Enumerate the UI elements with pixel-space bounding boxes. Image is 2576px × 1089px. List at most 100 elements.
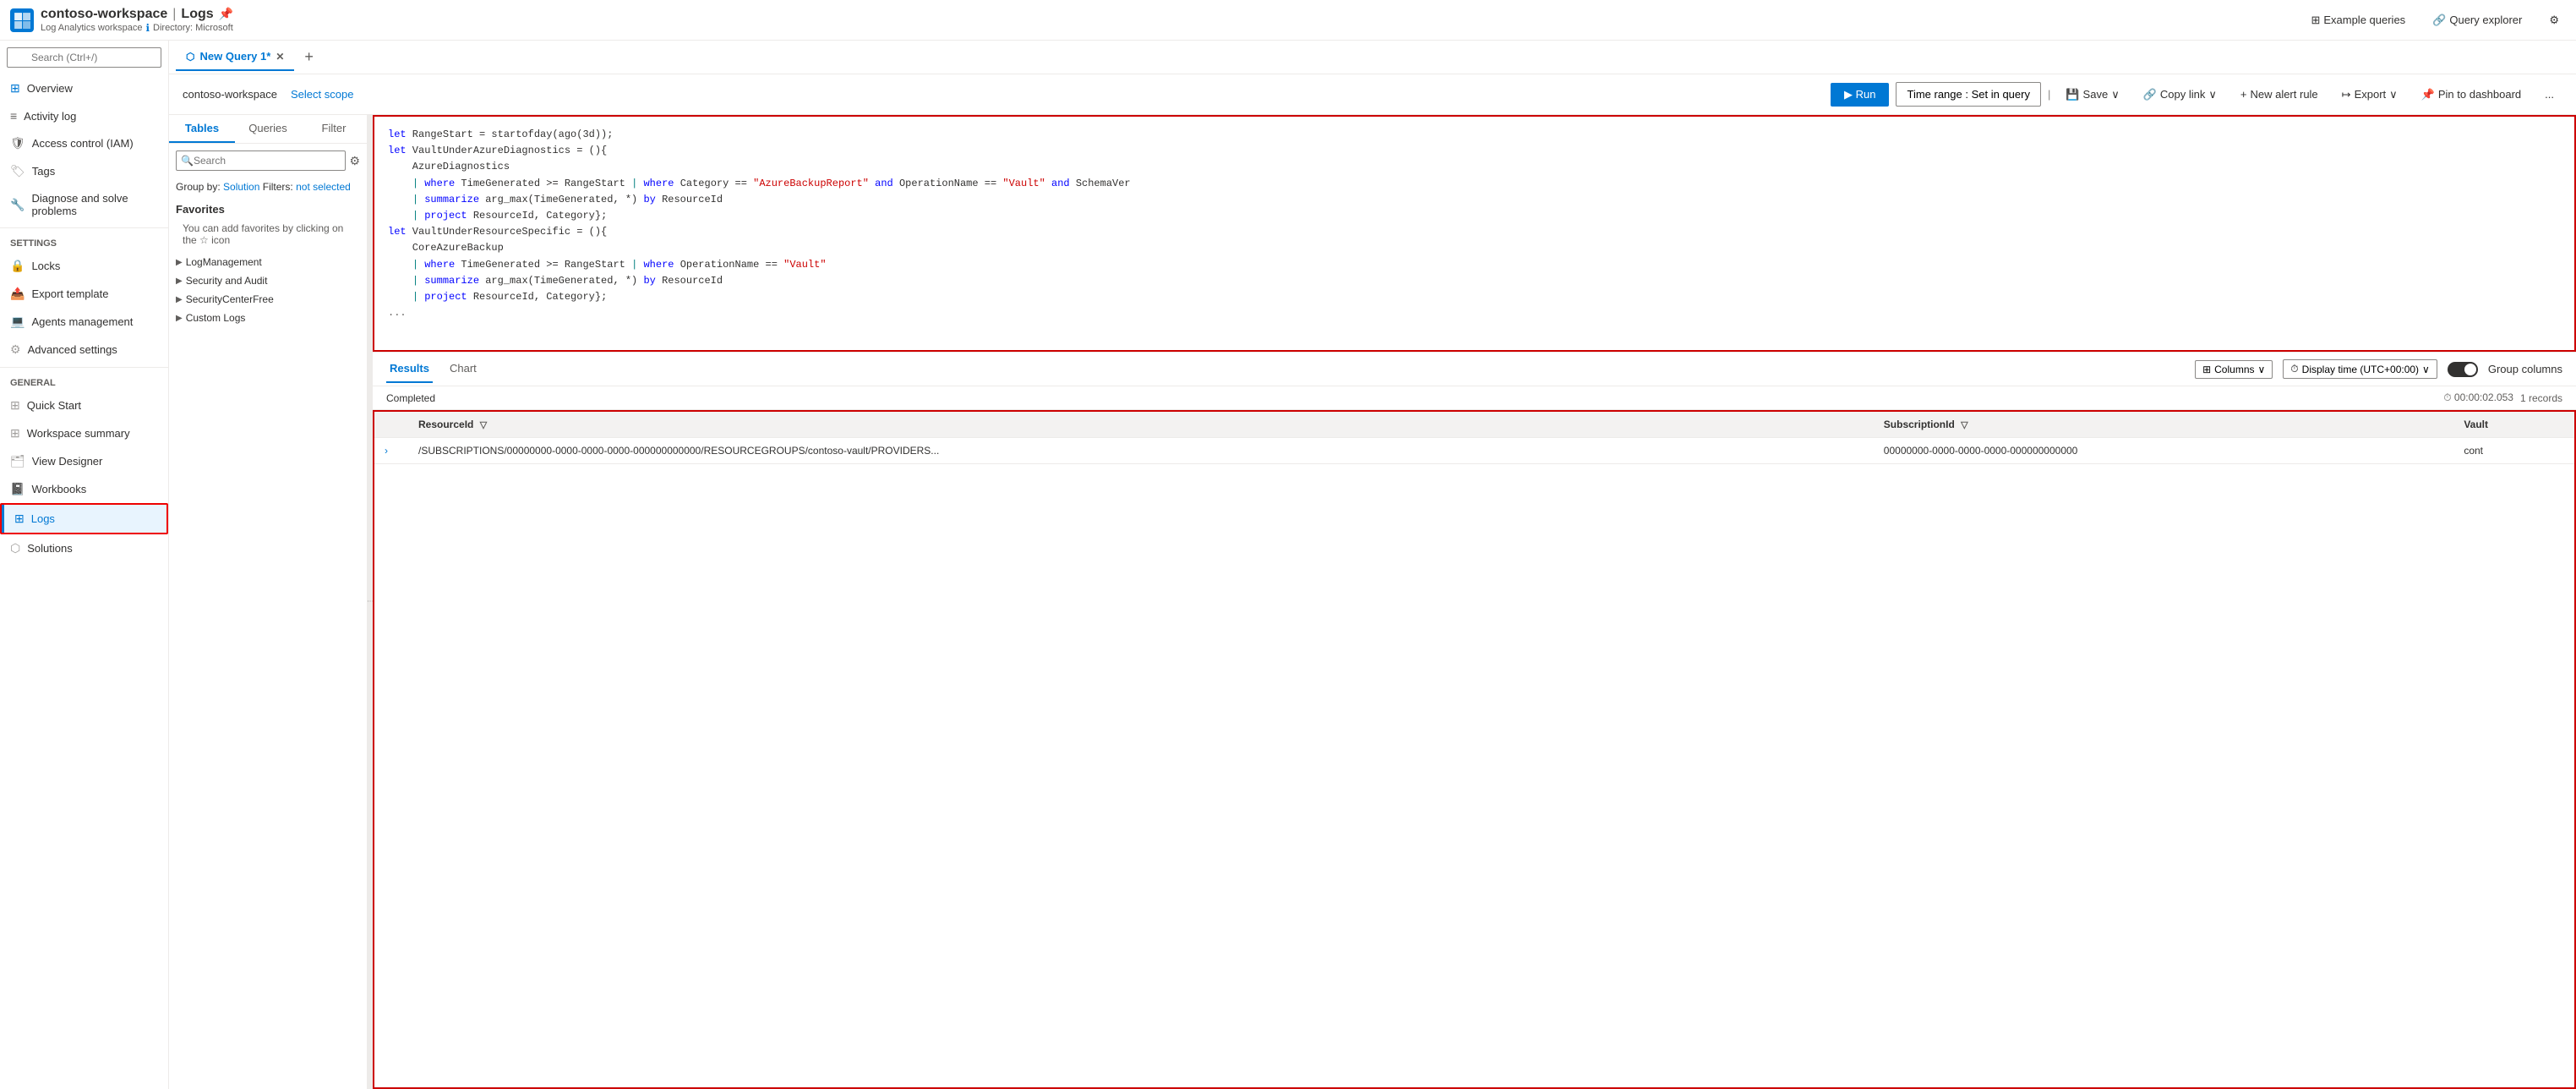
favorites-hint: You can add favorites by clicking on the… (176, 219, 360, 249)
sidebar-item-locks[interactable]: 🔒 Locks (0, 252, 168, 280)
run-button[interactable]: ▶ Run (1831, 83, 1889, 107)
query-editor[interactable]: let RangeStart = startofday(ago(3d)); le… (373, 115, 2576, 352)
general-section-label: General (0, 371, 168, 391)
lp-search-input[interactable] (176, 150, 346, 171)
sidebar-item-access-control[interactable]: 🛡 Access control (IAM) (0, 129, 168, 157)
time-range-button[interactable]: Time range : Set in query (1896, 82, 2040, 107)
query-continuation: ... (388, 305, 2561, 321)
tab-icon: ⬡ (186, 51, 194, 63)
columns-chevron: ∨ (2258, 364, 2266, 375)
sidebar-item-solutions[interactable]: ⬡ Solutions (0, 534, 168, 562)
sidebar-item-view-designer[interactable]: 🗂 View Designer (0, 447, 168, 475)
lp-tab-tables[interactable]: Tables (169, 115, 235, 143)
filters-value-link[interactable]: not selected (296, 181, 351, 193)
th-resource-id-label: ResourceId (418, 419, 473, 430)
view-designer-icon: 🗂 (10, 454, 25, 468)
workspace-name: contoso-workspace (183, 88, 277, 101)
sidebar-search-input[interactable] (7, 47, 161, 68)
th-subscription-id-filter[interactable]: ▽ (1961, 420, 1967, 430)
quick-start-icon: ⊞ (10, 398, 20, 413)
query-explorer-icon: 🔗 (2432, 14, 2446, 27)
add-tab-button[interactable]: + (297, 45, 320, 69)
group-columns-label: Group columns (2488, 363, 2562, 375)
columns-icon: ⊞ (2202, 364, 2211, 375)
logs-item-wrapper: ⊞ Logs (0, 503, 168, 534)
copy-link-button[interactable]: 🔗 Copy link ∨ (2135, 83, 2225, 107)
tree-item-custom-logs[interactable]: ▶ Custom Logs (169, 309, 367, 327)
settings-button[interactable]: ⚙ (2542, 10, 2566, 30)
results-tab-chart[interactable]: Chart (446, 355, 480, 383)
th-resource-id-filter[interactable]: ▽ (480, 420, 487, 430)
save-label: Save (2083, 88, 2109, 101)
new-alert-rule-button[interactable]: + New alert rule (2232, 83, 2327, 106)
tree-label-custom-logs: Custom Logs (186, 312, 246, 324)
tags-label: Tags (32, 165, 55, 178)
sidebar-item-tags[interactable]: 🏷 Tags (0, 157, 168, 185)
more-button[interactable]: ... (2536, 83, 2562, 106)
export-chevron: ∨ (2389, 88, 2398, 101)
locks-icon: 🔒 (10, 259, 25, 273)
lp-filter-button[interactable]: ⚙ (349, 154, 360, 168)
sidebar-item-advanced-settings[interactable]: ⚙ Advanced settings (0, 336, 168, 364)
export-button[interactable]: ↦ Export ∨ (2333, 83, 2406, 107)
agents-management-label: Agents management (31, 315, 133, 328)
results-area: Results Chart ⊞ Columns ∨ ⏱ Display time… (373, 352, 2576, 1089)
sidebar-search-wrap (7, 47, 161, 68)
new-alert-icon: + (2240, 88, 2247, 101)
favorites-title: Favorites (176, 203, 360, 216)
query-line-7: let VaultUnderResourceSpecific = (){ (388, 224, 2561, 240)
example-queries-button[interactable]: ⊞ Example queries (2304, 10, 2412, 30)
sidebar-item-activity-log[interactable]: ≡ Activity log (0, 102, 168, 129)
query-explorer-button[interactable]: 🔗 Query explorer (2426, 10, 2529, 30)
diagnose-icon: 🔧 (10, 198, 25, 212)
tab-close-button[interactable]: ✕ (276, 51, 284, 63)
results-tab-results[interactable]: Results (386, 355, 433, 383)
active-tab[interactable]: ⬡ New Query 1* ✕ (176, 43, 294, 71)
three-pane: Tables Queries Filter 🔍 ⚙ Group by: Solu… (169, 115, 2576, 1089)
tree-arrow-custom-logs: ▶ (176, 314, 183, 323)
row-expand-icon[interactable]: › (385, 445, 388, 457)
group-by-label: Group by: Solution Filters: not selected (169, 178, 367, 196)
workspace-name-header: contoso-workspace (41, 7, 167, 22)
sidebar-item-logs[interactable]: ⊞ Logs (2, 505, 166, 533)
sidebar-item-workbooks[interactable]: 📓 Workbooks (0, 475, 168, 503)
save-button[interactable]: 💾 Save ∨ (2057, 83, 2127, 107)
group-by-solution-link[interactable]: Solution (223, 181, 259, 193)
favorites-section: Favorites You can add favorites by click… (169, 196, 367, 253)
export-label: Export (2355, 88, 2387, 101)
select-scope-button[interactable]: Select scope (291, 88, 353, 101)
group-columns-toggle[interactable] (2448, 362, 2478, 377)
columns-button[interactable]: ⊞ Columns ∨ (2195, 360, 2273, 379)
tree-item-security-center-free[interactable]: ▶ SecurityCenterFree (169, 290, 367, 309)
pin-to-dashboard-button[interactable]: 📌 Pin to dashboard (2413, 83, 2530, 107)
export-template-label: Export template (31, 287, 108, 300)
sidebar-item-diagnose[interactable]: 🔧 Diagnose and solve problems (0, 185, 168, 224)
agents-icon: 💻 (10, 315, 25, 329)
display-time-button[interactable]: ⏱ Display time (UTC+00:00) ∨ (2283, 359, 2437, 379)
lp-tab-filter[interactable]: Filter (301, 115, 367, 143)
row-resource-id: /SUBSCRIPTIONS/00000000-0000-0000-0000-0… (408, 438, 1874, 464)
lp-tab-queries[interactable]: Queries (235, 115, 301, 143)
azure-logo (10, 8, 34, 32)
results-tab-right: ⊞ Columns ∨ ⏱ Display time (UTC+00:00) ∨… (2195, 359, 2562, 379)
sidebar-item-workspace-summary[interactable]: ⊞ Workspace summary (0, 419, 168, 447)
tree-item-log-management[interactable]: ▶ LogManagement (169, 253, 367, 271)
header-right: ⊞ Example queries 🔗 Query explorer ⚙ (2304, 10, 2566, 30)
tab-label: New Query 1* (199, 50, 270, 63)
sidebar-item-quick-start[interactable]: ⊞ Quick Start (0, 391, 168, 419)
logs-icon: ⊞ (14, 512, 25, 526)
left-panel: Tables Queries Filter 🔍 ⚙ Group by: Solu… (169, 115, 368, 1089)
access-control-icon: 🛡 (10, 136, 25, 150)
overview-icon: ⊞ (10, 81, 20, 96)
row-expand-cell[interactable]: › (374, 438, 408, 464)
sidebar-item-overview[interactable]: ⊞ Overview (0, 74, 168, 102)
sidebar-item-export-template[interactable]: 📤 Export template (0, 280, 168, 308)
tree-item-security-audit[interactable]: ▶ Security and Audit (169, 271, 367, 290)
row-vault: cont (2453, 438, 2574, 464)
sidebar: ⊞ Overview ≡ Activity log 🛡 Access contr… (0, 41, 169, 1089)
tree-label-log-management: LogManagement (186, 256, 262, 268)
query-line-3: AzureDiagnostics (388, 159, 2561, 175)
solutions-icon: ⬡ (10, 541, 20, 555)
sidebar-item-agents-management[interactable]: 💻 Agents management (0, 308, 168, 336)
records-count: 1 records (2520, 392, 2562, 404)
